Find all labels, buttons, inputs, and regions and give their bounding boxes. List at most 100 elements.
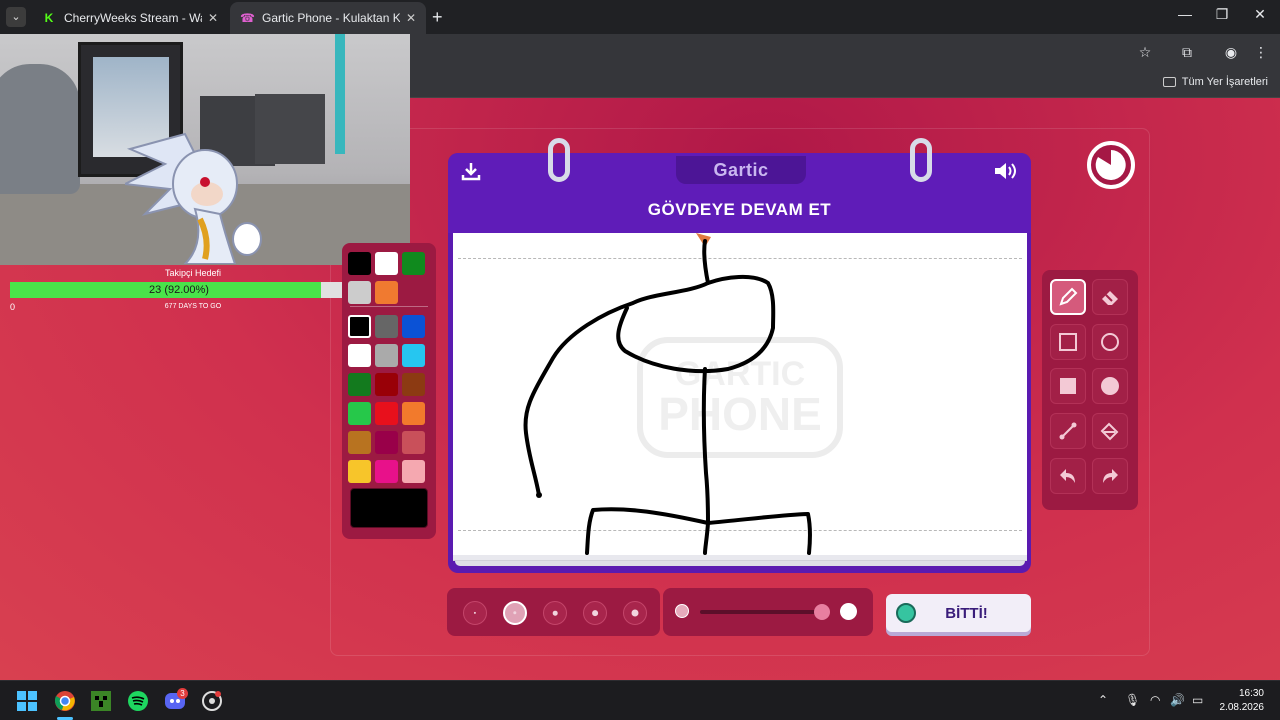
color-swatch[interactable] — [375, 402, 398, 425]
binder-ring-left — [548, 138, 570, 182]
follower-goal-label: Takipçi Hedefi — [164, 268, 222, 278]
discord-badge: 3 — [177, 688, 188, 699]
clock[interactable]: 16:30 2.08.2026 — [1220, 687, 1265, 715]
all-bookmarks-button[interactable]: Tüm Yer İşaretleri — [1162, 76, 1268, 88]
circle-outline-icon — [1101, 333, 1119, 351]
webcam-lamp-pole — [335, 34, 345, 154]
circle-outline-tool[interactable] — [1092, 324, 1128, 360]
undo-tool[interactable] — [1050, 458, 1086, 494]
close-window-button[interactable]: ✕ — [1245, 6, 1275, 23]
drawing-strokes — [523, 233, 812, 555]
rectangle-fill-tool[interactable] — [1050, 368, 1086, 404]
windows-start-icon[interactable] — [16, 690, 38, 712]
color-swatch[interactable] — [402, 431, 425, 454]
color-swatch[interactable] — [402, 315, 425, 338]
tab-gartic-phone[interactable]: ☎ Gartic Phone - Kulaktan Kulağa ✕ — [230, 2, 426, 34]
obs-icon[interactable] — [201, 690, 223, 712]
opacity-slider-handle[interactable] — [813, 604, 830, 620]
color-swatch[interactable] — [402, 344, 425, 367]
kick-favicon-icon: K — [44, 11, 54, 25]
color-swatch[interactable] — [348, 402, 371, 425]
volume-tray-icon[interactable]: 🔊 — [1170, 693, 1185, 707]
sonic-avatar — [125, 132, 262, 264]
extensions-icon[interactable]: ⧉ — [1177, 42, 1197, 62]
task-title: GÖVDEYE DEVAM ET — [647, 200, 832, 219]
rectangle-fill-icon — [1060, 378, 1076, 394]
color-swatch[interactable] — [375, 373, 398, 396]
redo-tool[interactable] — [1092, 458, 1128, 494]
color-swatch[interactable] — [375, 281, 398, 304]
new-tab-button[interactable]: + — [432, 7, 443, 27]
color-swatch[interactable] — [348, 281, 371, 304]
undo-icon — [1060, 469, 1075, 483]
close-tab-icon[interactable]: ✕ — [208, 11, 218, 25]
tab-search-button[interactable]: ⌄ — [6, 7, 26, 27]
fill-bucket-tool[interactable] — [1092, 413, 1128, 449]
color-swatch[interactable] — [402, 252, 425, 275]
pencil-tool[interactable] — [1050, 279, 1086, 315]
current-color-preview — [350, 488, 428, 528]
color-swatch[interactable] — [348, 431, 371, 454]
follower-goal-days: 677 DAYS TO GO — [164, 303, 222, 310]
tab-title: CherryWeeks Stream - Watch Li — [64, 11, 202, 25]
color-swatch[interactable] — [375, 344, 398, 367]
close-tab-icon[interactable]: ✕ — [406, 11, 416, 25]
timer-icon — [1087, 141, 1135, 189]
tray-chevron-icon[interactable]: ⌃ — [1098, 693, 1108, 707]
follower-goal-value: 23 (92.00%) — [149, 284, 209, 296]
rectangle-outline-tool[interactable] — [1050, 324, 1086, 360]
circle-fill-tool[interactable] — [1092, 368, 1128, 404]
circle-fill-icon — [1101, 377, 1119, 395]
tab-title: Gartic Phone - Kulaktan Kulağa — [262, 11, 400, 25]
chrome-icon[interactable] — [54, 690, 76, 712]
download-icon[interactable] — [460, 160, 482, 187]
profile-avatar[interactable]: ◉ — [1221, 42, 1241, 62]
color-swatch[interactable] — [375, 431, 398, 454]
webcam-overlay — [0, 34, 410, 265]
microphone-icon[interactable]: 🎙 — [1125, 693, 1140, 707]
color-swatch[interactable] — [348, 315, 371, 338]
color-swatch[interactable] — [375, 315, 398, 338]
minecraft-icon[interactable] — [90, 690, 112, 712]
gartic-logo: Gartic — [676, 156, 806, 184]
brush-size-option[interactable] — [543, 601, 567, 625]
color-swatch[interactable] — [375, 460, 398, 483]
opacity-slider-track[interactable] — [700, 610, 824, 614]
webcam-storage-box — [255, 94, 325, 164]
color-swatch[interactable] — [348, 252, 371, 275]
minimize-button[interactable]: — — [1170, 6, 1200, 22]
redo-icon — [1103, 469, 1118, 483]
done-label: BİTTİ! — [945, 604, 988, 622]
all-bookmarks-label: Tüm Yer İşaretleri — [1181, 76, 1268, 88]
wifi-icon[interactable]: ◠ — [1150, 693, 1160, 707]
brush-size-option[interactable] — [463, 601, 487, 625]
restore-button[interactable]: ❐ — [1207, 6, 1237, 23]
rectangle-outline-icon — [1059, 333, 1077, 351]
color-swatch[interactable] — [402, 373, 425, 396]
star-icon[interactable]: ☆ — [1135, 42, 1155, 62]
brush-size-option[interactable] — [503, 601, 527, 625]
follower-goal-bar: 23 (92.00%) — [10, 282, 376, 298]
pencil-icon — [1059, 287, 1078, 306]
line-icon — [1059, 422, 1077, 440]
color-swatch[interactable] — [348, 373, 371, 396]
color-swatch[interactable] — [402, 402, 425, 425]
color-swatch[interactable] — [375, 252, 398, 275]
color-swatch[interactable] — [348, 460, 371, 483]
color-swatch[interactable] — [402, 460, 425, 483]
battery-icon[interactable]: ▭ — [1192, 693, 1203, 707]
line-tool[interactable] — [1050, 413, 1086, 449]
binder-ring-right — [910, 138, 932, 182]
opacity-max-icon — [840, 603, 857, 620]
spotify-icon[interactable] — [127, 690, 149, 712]
brush-size-option[interactable] — [623, 601, 647, 625]
eraser-tool[interactable] — [1092, 279, 1128, 315]
volume-icon[interactable] — [992, 160, 1018, 187]
paint-bucket-icon — [1100, 422, 1119, 441]
tab-cherryweeks-stream[interactable]: K CherryWeeks Stream - Watch Li ✕ — [32, 2, 228, 34]
menu-icon[interactable]: ⋮ — [1251, 42, 1271, 62]
done-button[interactable]: BİTTİ! — [886, 594, 1031, 632]
brush-size-option[interactable] — [583, 601, 607, 625]
color-swatch[interactable] — [348, 344, 371, 367]
check-icon — [896, 603, 916, 623]
